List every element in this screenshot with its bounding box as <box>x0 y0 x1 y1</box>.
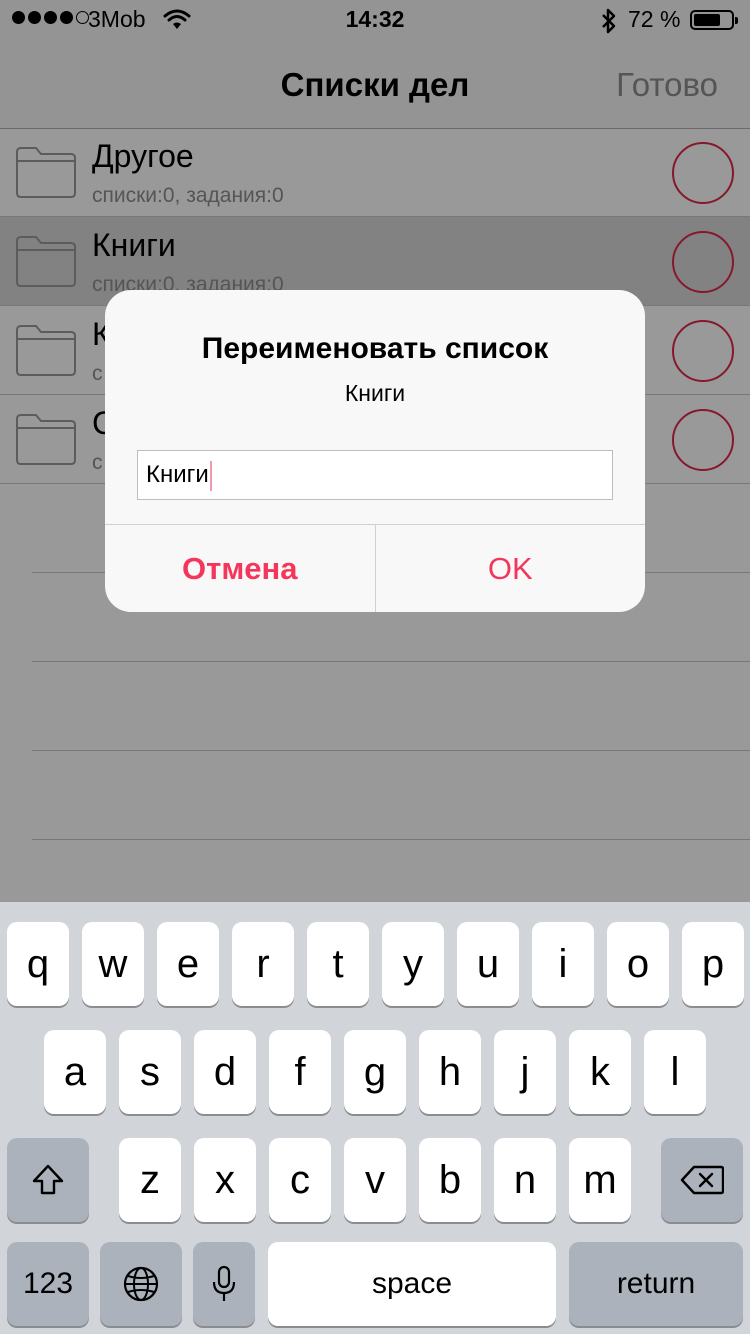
text-caret <box>209 460 212 491</box>
delete-key[interactable] <box>661 1138 743 1222</box>
dialog-title: Переименовать список <box>201 332 549 365</box>
microphone-icon <box>212 1265 236 1301</box>
key-o[interactable]: o <box>607 922 669 1006</box>
return-key[interactable]: return <box>569 1242 743 1326</box>
key-h[interactable]: h <box>419 1030 481 1114</box>
key-q[interactable]: q <box>7 922 69 1006</box>
dictation-key[interactable] <box>193 1242 255 1326</box>
key-f[interactable]: f <box>269 1030 331 1114</box>
shift-key[interactable] <box>7 1138 89 1222</box>
key-k[interactable]: k <box>569 1030 631 1114</box>
key-w[interactable]: w <box>82 922 144 1006</box>
key-c[interactable]: c <box>269 1138 331 1222</box>
key-e[interactable]: e <box>157 922 219 1006</box>
key-v[interactable]: v <box>344 1138 406 1222</box>
key-d[interactable]: d <box>194 1030 256 1114</box>
key-j[interactable]: j <box>494 1030 556 1114</box>
globe-icon <box>123 1266 159 1302</box>
key-g[interactable]: g <box>344 1030 406 1114</box>
rename-input-value: Книги <box>146 461 209 488</box>
key-s[interactable]: s <box>119 1030 181 1114</box>
key-l[interactable]: l <box>644 1030 706 1114</box>
keyboard: q w e r t y u i o p a s d f g h j k l z … <box>0 902 750 1334</box>
dialog-message: Книги <box>344 380 406 406</box>
rename-input[interactable]: Книги <box>137 450 613 500</box>
key-b[interactable]: b <box>419 1138 481 1222</box>
key-a[interactable]: a <box>44 1030 106 1114</box>
numbers-key[interactable]: 123 <box>7 1242 89 1326</box>
key-y[interactable]: y <box>382 922 444 1006</box>
shift-arrow-icon <box>32 1164 64 1195</box>
key-u[interactable]: u <box>457 922 519 1006</box>
key-x[interactable]: x <box>194 1138 256 1222</box>
key-n[interactable]: n <box>494 1138 556 1222</box>
globe-key[interactable] <box>100 1242 182 1326</box>
rename-dialog: Переименовать список Книги Книги Отмена … <box>105 290 645 612</box>
dialog-buttons: Отмена OK <box>105 524 645 612</box>
backspace-icon <box>680 1165 724 1195</box>
key-r[interactable]: r <box>232 922 294 1006</box>
key-z[interactable]: z <box>119 1138 181 1222</box>
key-i[interactable]: i <box>532 922 594 1006</box>
key-p[interactable]: p <box>682 922 744 1006</box>
key-t[interactable]: t <box>307 922 369 1006</box>
key-m[interactable]: m <box>569 1138 631 1222</box>
ok-button[interactable]: OK <box>376 525 646 612</box>
cancel-button[interactable]: Отмена <box>105 525 376 612</box>
space-key[interactable]: space <box>268 1242 556 1326</box>
